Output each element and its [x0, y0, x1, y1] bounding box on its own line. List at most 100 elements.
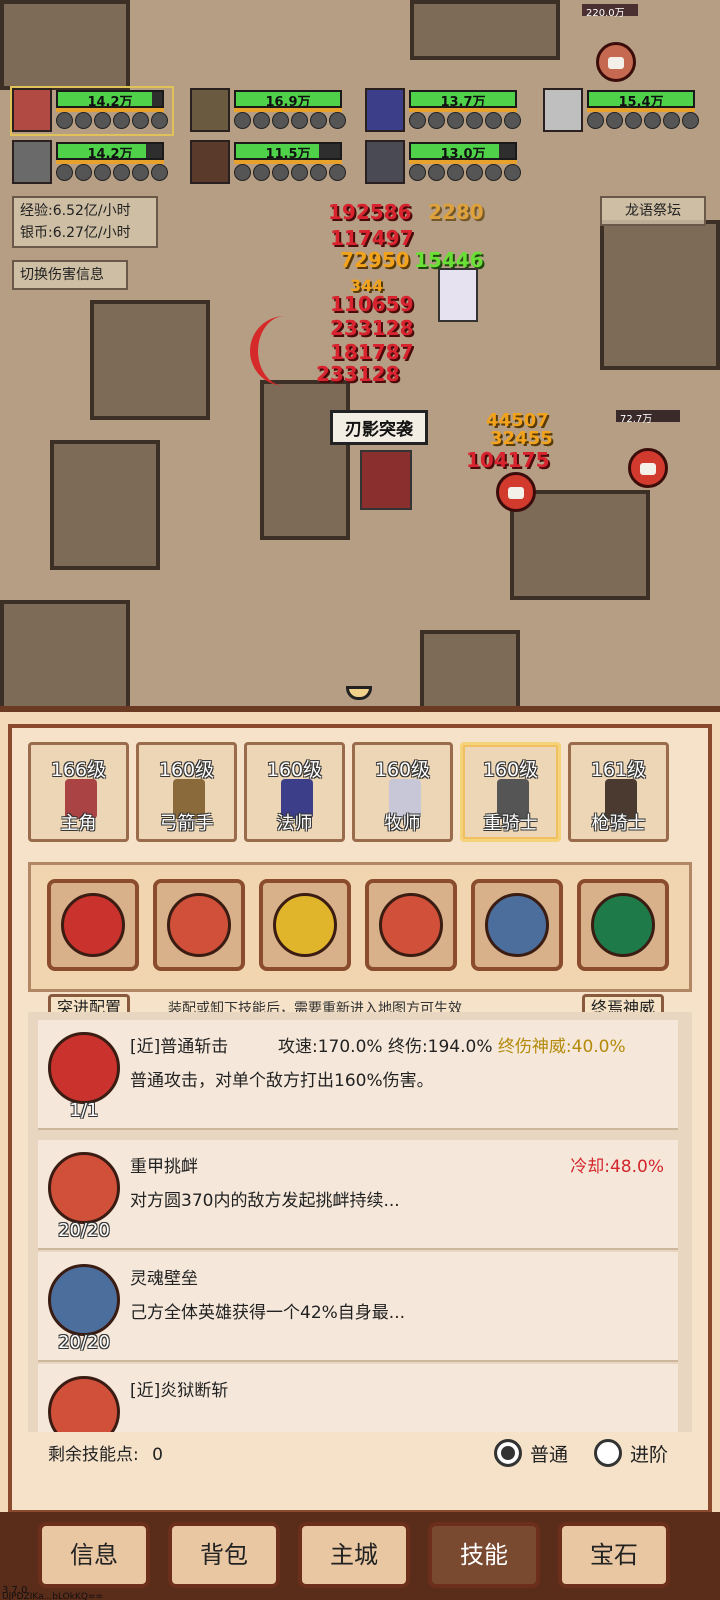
rock-cell — [420, 630, 520, 710]
slash-effect — [250, 316, 320, 386]
nav-bag-button[interactable]: 背包 — [168, 1522, 280, 1588]
skill-panel: 166级 主角 160级 弓箭手 160级 法师 160级 牧师 160级 重骑… — [0, 706, 720, 1600]
hero-level: 160级 — [266, 759, 323, 781]
location-label[interactable]: 龙语祭坛 — [600, 196, 706, 226]
damage-number: 192586 — [328, 200, 412, 224]
nav-info-button[interactable]: 信息 — [38, 1522, 150, 1588]
buff-icons — [56, 164, 168, 182]
silver-rate: 银币:6.27亿/小时 — [20, 225, 131, 241]
taunt-skill-icon — [48, 1152, 120, 1224]
skill-slot[interactable] — [471, 879, 563, 971]
exp-rate: 经验:6.52亿/小时 — [20, 203, 131, 219]
nav-city-button[interactable]: 主城 — [298, 1522, 410, 1588]
damage-number: 110659 — [330, 292, 414, 316]
skill-level: 20/20 — [58, 1332, 110, 1353]
hero-tab-heavy-knight[interactable]: 160级 重骑士 — [460, 742, 561, 842]
skill-title: [近]普通斩击 — [130, 1037, 229, 1057]
skill-slot[interactable] — [365, 879, 457, 971]
rock-cell — [0, 600, 130, 710]
skill-list: 1/1 [近]普通斩击 攻速:170.0% 终伤:194.0% 终伤神威:40.… — [28, 1012, 692, 1432]
holy-skill-icon — [273, 893, 337, 957]
shield-skill-icon — [48, 1264, 120, 1336]
skill-slot[interactable] — [153, 879, 245, 971]
rock-cell — [600, 220, 720, 370]
nav-skills-button[interactable]: 技能 — [428, 1522, 540, 1588]
skill-desc: 对方圆370内的敌方发起挑衅持续... — [130, 1191, 400, 1211]
skill-row[interactable]: 20/20 灵魂壁垒 己方全体英雄获得一个42%自身最... — [38, 1252, 678, 1362]
buff-icons — [56, 112, 168, 130]
skill-slot[interactable] — [47, 879, 139, 971]
skull-monster[interactable] — [628, 448, 668, 488]
device-code: UJPDZIKa...bLOkKQ== — [2, 1592, 104, 1600]
enemy-hp-text: 72.7万 — [620, 414, 653, 425]
damage-number: 72950 — [340, 248, 410, 272]
skill-row[interactable]: 20/20 重甲挑衅 冷却:48.0% 对方圆370内的敌方发起挑衅持续... — [38, 1140, 678, 1250]
hero-level: 166级 — [50, 759, 107, 781]
damage-number: 104175 — [466, 448, 550, 472]
damage-number: 233128 — [330, 316, 414, 340]
mode-advanced-radio[interactable]: 进阶 — [594, 1438, 668, 1468]
hero-level: 160级 — [158, 759, 215, 781]
hero-name: 枪骑士 — [591, 813, 646, 834]
hero-tab-lancer[interactable]: 161级 枪骑士 — [568, 742, 669, 842]
skill-row[interactable]: 1/1 [近]普通斩击 攻速:170.0% 终伤:194.0% 终伤神威:40.… — [38, 1020, 678, 1130]
hero-tab-archer[interactable]: 160级 弓箭手 — [136, 742, 237, 842]
skill-cooldown: 冷却:48.0% — [570, 1157, 664, 1177]
scroll-indicator-icon[interactable] — [346, 686, 372, 700]
ultimate-skill-icon — [591, 893, 655, 957]
hp-bar: 13.7万 — [409, 90, 517, 110]
enemy-hp-bar: 72.7万 — [616, 410, 680, 425]
hero-level: 160级 — [374, 759, 431, 781]
skull-monster[interactable] — [496, 472, 536, 512]
hp-bar: 16.9万 — [234, 90, 342, 110]
hero-tab-mage[interactable]: 160级 法师 — [244, 742, 345, 842]
remaining-points-label: 剩余技能点: — [48, 1445, 139, 1465]
slash-skill-icon — [48, 1032, 120, 1104]
nav-gems-button[interactable]: 宝石 — [558, 1522, 670, 1588]
buff-icons — [409, 164, 521, 182]
skill-title: 灵魂壁垒 — [130, 1269, 198, 1289]
shield-skill-icon — [485, 893, 549, 957]
damage-number: 181787 — [330, 340, 414, 364]
party-member-card[interactable]: 16.9万 — [190, 88, 350, 134]
mode-normal-radio[interactable]: 普通 — [494, 1438, 568, 1468]
rock-cell — [90, 300, 210, 420]
damage-number: 117497 — [330, 226, 414, 250]
slash-skill-icon — [61, 893, 125, 957]
income-stats: 经验:6.52亿/小时 银币:6.27亿/小时 — [12, 196, 158, 248]
sword-skill-icon — [48, 1376, 120, 1432]
party-hud: 14.2万 16.9万 13.7万 15.4万 14.2万 11.5万 13.0… — [0, 0, 720, 190]
hp-bar: 14.2万 — [56, 142, 164, 162]
hero-tab-protagonist[interactable]: 166级 主角 — [28, 742, 129, 842]
rock-cell — [510, 490, 650, 600]
skill-desc: 普通攻击，对单个敌方打出160%伤害。 — [130, 1071, 434, 1091]
party-member-card[interactable]: 15.4万 — [543, 88, 703, 134]
hero-avatar — [365, 88, 405, 132]
mode-advanced-label: 进阶 — [630, 1443, 669, 1466]
party-member-card[interactable]: 11.5万 — [190, 140, 350, 186]
bottom-nav: 信息 背包 主城 技能 宝石 — [0, 1512, 720, 1600]
party-member-card[interactable]: 14.2万 — [12, 140, 172, 186]
hero-tab-priest[interactable]: 160级 牧师 — [352, 742, 453, 842]
battle-field: 220.0万 14.2万 16.9万 13.7万 15.4万 14.2万 11.… — [0, 0, 720, 720]
party-member-card[interactable]: 13.0万 — [365, 140, 525, 186]
party-member-card[interactable]: 13.7万 — [365, 88, 525, 134]
skill-title: [近]炎狱断斩 — [130, 1381, 229, 1401]
priest-hero-sprite — [438, 268, 478, 322]
hp-bar: 14.2万 — [56, 90, 164, 110]
skill-slot[interactable] — [259, 879, 351, 971]
toggle-damage-button[interactable]: 切换伤害信息 — [12, 260, 128, 290]
remaining-points: 剩余技能点: 0 — [48, 1440, 163, 1465]
party-member-card[interactable]: 14.2万 — [10, 86, 174, 136]
skill-row[interactable]: [近]炎狱断斩 — [38, 1364, 678, 1432]
skill-level: 20/20 — [58, 1220, 110, 1241]
radio-dot-selected — [494, 1439, 522, 1467]
hero-level: 161级 — [590, 759, 647, 781]
buff-icons — [234, 112, 346, 130]
equipped-skill-slots — [28, 862, 692, 992]
sword-skill-icon — [167, 893, 231, 957]
hero-avatar — [190, 88, 230, 132]
skill-slot[interactable] — [577, 879, 669, 971]
buff-icons — [409, 112, 521, 130]
buff-icons — [234, 164, 346, 182]
